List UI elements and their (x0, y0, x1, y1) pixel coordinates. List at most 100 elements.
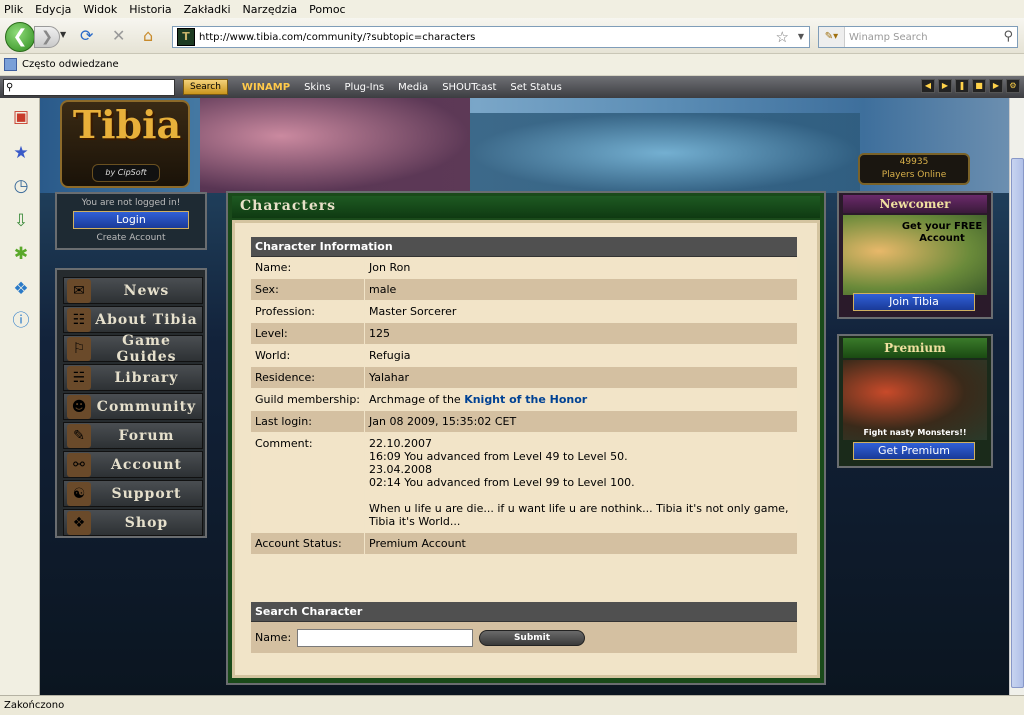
join-tibia-button[interactable]: Join Tibia (853, 293, 975, 311)
menu-community[interactable]: ☻ Community (63, 393, 203, 420)
menu-about-tibia[interactable]: ☷ About Tibia (63, 306, 203, 333)
search-name-label: Name: (255, 631, 292, 644)
bookmark-folder-icon (4, 58, 17, 71)
previous-icon[interactable]: ◀ (921, 79, 935, 93)
sidebar-addons-icon[interactable]: ✱ (10, 243, 32, 265)
menu-narzedzia[interactable]: Narzędzia (243, 3, 298, 16)
table-row: Last login: Jan 08 2009, 15:35:02 CET (251, 411, 797, 433)
status-text: Zakończono (4, 700, 65, 711)
forward-arrow-icon: ❯ (41, 29, 53, 45)
menu-plik[interactable]: Plik (4, 3, 23, 16)
table-row: Comment: 22.10.2007 16:09 You advanced fr… (251, 433, 797, 533)
login-button[interactable]: Login (73, 211, 189, 229)
submit-button[interactable]: Submit (479, 629, 585, 646)
character-name-input[interactable] (297, 628, 473, 647)
site-menu: ✉ News ☷ About Tibia ⚐ Game Guides ☵ Library… (55, 268, 207, 538)
winamp-plugins[interactable]: Plug-Ins (345, 82, 385, 93)
reload-icon[interactable]: ⟳ (80, 27, 93, 45)
search-character-header: Search Character (251, 602, 797, 622)
login-status: You are not logged in! (81, 198, 181, 208)
menu-pomoc[interactable]: Pomoc (309, 3, 345, 16)
menu-library[interactable]: ☵ Library (63, 364, 203, 391)
winamp-search-placeholder: Winamp Search (849, 31, 928, 43)
pause-icon[interactable]: ❚ (955, 79, 969, 93)
table-row: Sex: male (251, 279, 797, 301)
winamp-set-status[interactable]: Set Status (510, 82, 561, 93)
winamp-shoutcast[interactable]: SHOUTcast (442, 82, 496, 93)
forward-button[interactable]: ❯ (34, 26, 60, 48)
next-icon[interactable]: ▶ (989, 79, 1003, 93)
character-name: Jon Ron (369, 261, 411, 274)
home-icon[interactable]: ⌂ (143, 27, 153, 45)
url-dropdown-icon[interactable]: ▼ (798, 32, 804, 41)
newcomer-box: Newcomer Get your FREE Account Join Tibi… (837, 191, 993, 319)
menu-support[interactable]: ☯ Support (63, 480, 203, 507)
banner-characters-art (200, 98, 470, 193)
library-book-icon: ☵ (67, 365, 91, 390)
winamp-toolbar-search-input[interactable]: ⚲ (3, 78, 175, 96)
table-row: Guild membership: Archmage of the Knight … (251, 389, 797, 411)
play-icon[interactable]: ▶ (938, 79, 952, 93)
settings-gear-icon[interactable]: ⚙ (1006, 79, 1020, 93)
menu-historia[interactable]: Historia (129, 3, 171, 16)
banner-sea-art (470, 113, 860, 193)
logo-subtitle: by CipSoft (92, 164, 160, 182)
sidebar-image-icon[interactable]: ▣ (10, 106, 32, 128)
winamp-media[interactable]: Media (398, 82, 428, 93)
menu-shop[interactable]: ❖ Shop (63, 509, 203, 536)
table-row: Residence: Yalahar (251, 367, 797, 389)
menu-edycja[interactable]: Edycja (35, 3, 71, 16)
sidebar-info-icon[interactable]: ⓘ (10, 310, 32, 332)
menu-game-guides[interactable]: ⚐ Game Guides (63, 333, 203, 365)
menu-news[interactable]: ✉ News (63, 277, 203, 304)
scrollbar-thumb[interactable] (1011, 158, 1024, 688)
community-people-icon: ☻ (67, 394, 91, 419)
panel-header: Characters (232, 196, 820, 218)
shop-gift-icon: ❖ (67, 510, 91, 535)
login-box: You are not logged in! Login Create Acco… (55, 192, 207, 250)
stop-icon[interactable]: ■ (972, 79, 986, 93)
menu-widok[interactable]: Widok (83, 3, 117, 16)
table-row: World: Refugia (251, 345, 797, 367)
menu-zakladki[interactable]: Zakładki (184, 3, 231, 16)
url-bar[interactable]: T http://www.tibia.com/community/?subtop… (172, 26, 810, 48)
bookmark-star-icon[interactable]: ☆ (776, 28, 789, 46)
navigation-toolbar: ❮ ❯ ▼ ⟳ ✕ ⌂ T http://www.tibia.com/commu… (0, 18, 1024, 54)
newcomer-text: Get your FREE Account (901, 221, 983, 244)
site-favicon-icon: T (177, 28, 195, 46)
table-row: Name: Jon Ron (251, 257, 797, 279)
newcomer-title: Newcomer (843, 195, 987, 213)
vertical-scrollbar[interactable] (1009, 98, 1024, 695)
search-icon[interactable]: ⚲ (1003, 29, 1013, 44)
character-comment: 22.10.2007 16:09 You advanced from Level… (369, 437, 789, 528)
search-engine-icon[interactable]: ✎▾ (819, 27, 845, 47)
bookmark-most-visited[interactable]: Często odwiedzane (22, 59, 119, 70)
menu-account[interactable]: ⚯ Account (63, 451, 203, 478)
players-online-label: Players Online (881, 170, 947, 180)
guild-link[interactable]: Knight of the Honor (464, 393, 587, 406)
forum-quill-icon: ✎ (67, 423, 91, 448)
guides-map-icon: ⚐ (67, 336, 91, 361)
get-premium-button[interactable]: Get Premium (853, 442, 975, 460)
sidebar-download-icon[interactable]: ⇩ (10, 210, 32, 232)
sidebar-puzzle-icon[interactable]: ❖ (10, 278, 32, 300)
sidebar-bookmark-icon[interactable]: ★ (10, 142, 32, 164)
browser-menu-bar: Plik Edycja Widok Historia Zakładki Narz… (0, 0, 1024, 18)
stop-icon[interactable]: ✕ (112, 27, 125, 45)
create-account-link[interactable]: Create Account (57, 233, 205, 243)
page-content: Tibia by CipSoft 49935 Players Online Yo… (40, 98, 1009, 695)
logo-text: Tibia (72, 102, 182, 147)
sidebar-history-icon[interactable]: ◷ (10, 175, 32, 197)
menu-forum[interactable]: ✎ Forum (63, 422, 203, 449)
character-info-header: Character Information (251, 237, 797, 257)
search-character-section: Search Character Name: Submit (251, 602, 797, 653)
winamp-search-box[interactable]: ✎▾ Winamp Search ⚲ (818, 26, 1018, 48)
tibia-logo[interactable]: Tibia by CipSoft (60, 100, 190, 188)
back-button[interactable]: ❮ (5, 22, 35, 52)
winamp-brand[interactable]: WINAMP (242, 82, 290, 93)
winamp-skins[interactable]: Skins (304, 82, 330, 93)
premium-text: Fight nasty Monsters!! (863, 428, 967, 437)
winamp-search-button[interactable]: Search (183, 79, 228, 95)
history-dropdown-icon[interactable]: ▼ (60, 30, 66, 39)
news-icon: ✉ (67, 278, 91, 303)
